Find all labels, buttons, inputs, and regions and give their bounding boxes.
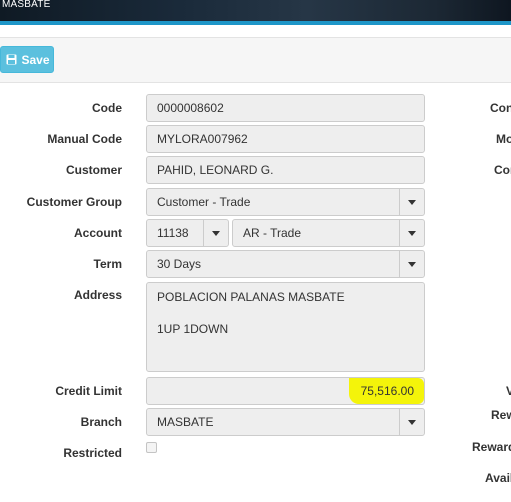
customer-label: Customer — [65, 163, 122, 177]
term-label: Term — [93, 257, 122, 271]
chevron-down-icon — [408, 262, 416, 267]
customer-field[interactable]: PAHID, LEONARD G. — [146, 156, 425, 184]
credit-limit-field[interactable]: 75,516.00 — [146, 377, 425, 405]
header-title: MASBATE — [2, 0, 51, 10]
right-label-reward: Reward — [472, 440, 511, 454]
code-label: Code — [92, 101, 122, 115]
address-line-1: POBLACION PALANAS MASBATE — [157, 290, 345, 304]
customer-group-select[interactable]: Customer - Trade — [146, 188, 425, 216]
address-textarea[interactable]: POBLACION PALANAS MASBATE 1UP 1DOWN — [146, 282, 425, 372]
address-label: Address — [73, 288, 122, 302]
right-label-rew: Rew — [491, 408, 511, 422]
term-select[interactable]: 30 Days — [146, 250, 425, 278]
restricted-checkbox[interactable] — [146, 442, 157, 453]
restricted-label: Restricted — [63, 446, 122, 460]
branch-select[interactable]: MASBATE — [146, 408, 425, 436]
credit-limit-value: 75,516.00 — [360, 384, 414, 398]
right-label-avail: Avail — [485, 471, 511, 485]
form-toolbar: Save — [0, 37, 511, 83]
account-label: Account — [74, 226, 122, 240]
save-button-label: Save — [21, 52, 50, 67]
account-code-select[interactable]: 11138 — [146, 219, 229, 247]
top-header-bar: MASBATE — [0, 0, 511, 21]
chevron-down-icon — [408, 420, 416, 425]
right-label-cor: Cor — [494, 163, 511, 177]
credit-limit-label: Credit Limit — [55, 384, 122, 398]
right-label-mo: Mo — [496, 132, 511, 146]
chevron-down-icon — [212, 231, 220, 236]
chevron-down-icon — [408, 231, 416, 236]
account-code-value: 11138 — [157, 226, 189, 240]
manual-code-field[interactable]: MYLORA007962 — [146, 125, 425, 153]
account-name-select[interactable]: AR - Trade — [232, 219, 425, 247]
right-label-v: V — [506, 384, 511, 398]
right-label-con: Con — [490, 101, 511, 115]
address-line-2: 1UP 1DOWN — [157, 322, 229, 336]
floppy-disk-icon — [6, 54, 17, 65]
header-accent-line — [0, 21, 511, 25]
branch-value: MASBATE — [157, 415, 214, 429]
save-button[interactable]: Save — [0, 46, 54, 73]
manual-code-label: Manual Code — [47, 132, 122, 146]
account-name-value: AR - Trade — [243, 226, 302, 240]
branch-label: Branch — [80, 415, 122, 429]
customer-group-value: Customer - Trade — [157, 195, 251, 209]
term-value: 30 Days — [157, 257, 202, 271]
chevron-down-icon — [408, 200, 416, 205]
customer-group-label: Customer Group — [26, 195, 122, 209]
code-field[interactable]: 0000008602 — [146, 94, 425, 122]
